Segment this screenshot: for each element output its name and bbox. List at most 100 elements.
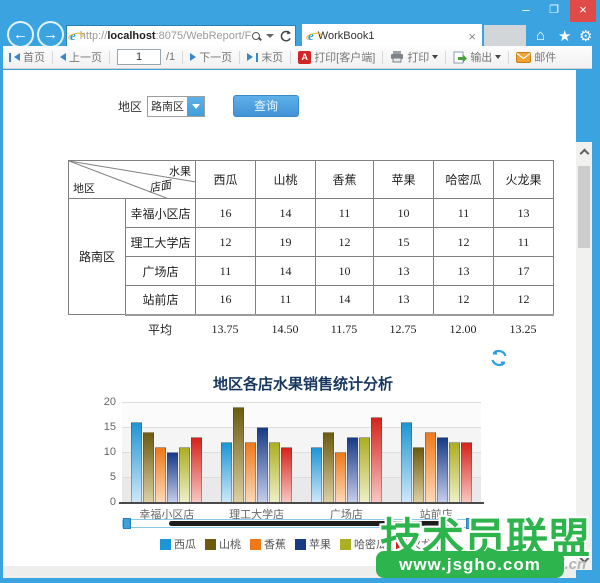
chart-bar — [461, 442, 472, 502]
tab-close-icon[interactable]: × — [468, 29, 476, 44]
select-dropdown-button[interactable] — [187, 97, 204, 116]
y-axis-tick: 5 — [96, 471, 116, 483]
table-column-header: 哈密瓜 — [434, 161, 494, 199]
table-store-cell: 站前店 — [126, 286, 196, 315]
close-button[interactable]: × — [570, 0, 596, 22]
y-axis-tick: 20 — [96, 396, 116, 408]
forward-button[interactable]: → — [37, 21, 64, 48]
last-page-button[interactable]: 末页 — [247, 49, 283, 65]
table-cell: 13 — [374, 257, 434, 286]
chart-title: 地区各店水果销售统计分析 — [63, 373, 543, 394]
refresh-icon[interactable] — [279, 30, 292, 43]
chart-bar — [323, 432, 334, 502]
favorites-icon[interactable]: ★ — [558, 27, 571, 45]
chart-bar — [449, 442, 460, 502]
report-toolbar: 首页 上一页 /1 下一页 末页 A打印[客户端] 打印 输出 邮件 — [3, 46, 592, 69]
url-path: :8075/WebReport/F — [156, 30, 252, 42]
chart-refresh-icon[interactable] — [489, 348, 509, 368]
prev-page-button[interactable]: 上一页 — [60, 49, 102, 65]
y-axis-tick: 15 — [96, 421, 116, 433]
legend-item[interactable]: 山桃 — [205, 536, 241, 552]
query-button[interactable]: 查询 — [233, 95, 299, 117]
page-number-input[interactable] — [117, 49, 161, 65]
table-column-header: 山桃 — [256, 161, 316, 199]
table-cell: 19 — [256, 228, 316, 257]
print-button[interactable]: 打印 — [390, 49, 438, 65]
chart-bar — [413, 447, 424, 502]
table-cell: 11 — [196, 257, 256, 286]
table-average-value: 13.75 — [195, 322, 255, 337]
table-cell: 14 — [256, 257, 316, 286]
legend-swatch — [340, 539, 351, 550]
table-cell: 12 — [434, 286, 494, 315]
next-page-button[interactable]: 下一页 — [190, 49, 232, 65]
chart-bar — [191, 437, 202, 502]
minimize-button[interactable]: – — [512, 0, 540, 22]
table-average-value: 11.75 — [315, 322, 373, 337]
print-client-button[interactable]: A打印[客户端] — [298, 49, 375, 65]
back-button[interactable]: ← — [7, 21, 34, 48]
export-button[interactable]: 输出 — [453, 49, 501, 65]
y-axis-tick: 0 — [96, 496, 116, 508]
legend-item[interactable]: 香蕉 — [250, 536, 286, 552]
table-cell: 11 — [256, 286, 316, 315]
table-cell: 13 — [494, 199, 554, 228]
first-page-button[interactable]: 首页 — [9, 49, 45, 65]
export-dropdown-icon[interactable] — [495, 55, 501, 62]
address-dropdown-icon[interactable] — [266, 34, 274, 42]
legend-swatch — [205, 539, 216, 550]
table-cell: 16 — [196, 286, 256, 315]
chart-bar — [347, 437, 358, 502]
chart-bar — [311, 447, 322, 502]
table-cell: 13 — [374, 286, 434, 315]
settings-gear-icon[interactable]: ⚙ — [579, 27, 592, 45]
table-store-cell: 广场店 — [126, 257, 196, 286]
table-cell: 11 — [494, 228, 554, 257]
prev-page-icon — [60, 53, 66, 61]
new-tab-button[interactable] — [484, 25, 526, 47]
table-cell: 12 — [494, 286, 554, 315]
table-average-value: 13.25 — [493, 322, 553, 337]
chart-bar — [257, 427, 268, 502]
chart-bar — [167, 452, 178, 502]
legend-item[interactable]: 西瓜 — [160, 536, 196, 552]
chart-bar — [179, 447, 190, 502]
chart-bar — [335, 452, 346, 502]
table-cell: 10 — [374, 199, 434, 228]
chart-bar — [371, 417, 382, 502]
plot-band — [122, 402, 481, 427]
chart-bar — [437, 437, 448, 502]
mail-icon — [516, 52, 531, 63]
browser-tab[interactable]: e WorkBook1 × — [302, 24, 482, 48]
legend-label: 苹果 — [309, 536, 331, 552]
chart-bar — [155, 447, 166, 502]
home-icon[interactable]: ⌂ — [536, 27, 545, 44]
scroll-up-icon[interactable] — [580, 149, 590, 159]
maximize-button[interactable]: ❐ — [540, 0, 568, 22]
mail-button[interactable]: 邮件 — [516, 49, 556, 65]
table-cell: 14 — [256, 199, 316, 228]
tab-title: WorkBook1 — [318, 30, 375, 42]
table-average-value: 12.75 — [373, 322, 433, 337]
search-icon[interactable] — [252, 32, 261, 41]
table-store-cell: 幸福小区店 — [126, 199, 196, 228]
url-scheme: http:// — [80, 30, 108, 42]
print-dropdown-icon[interactable] — [432, 55, 438, 62]
corner-label-fruit: 水果 — [169, 163, 191, 179]
region-select[interactable]: 路南区 — [147, 96, 205, 117]
browser-window: – ❐ × ← → e http://localhost:8075/WebRep… — [0, 0, 600, 583]
gridline — [122, 427, 481, 428]
next-page-icon — [190, 53, 196, 61]
address-bar[interactable]: e http://localhost:8075/WebReport/F — [66, 25, 296, 47]
table-average-row: 平均13.7514.5011.7512.7512.0013.25 — [68, 319, 553, 339]
parameter-pane: 地区 路南区 查询 — [118, 95, 299, 117]
region-select-value: 路南区 — [148, 98, 187, 114]
legend-item[interactable]: 苹果 — [295, 536, 331, 552]
table-cell: 11 — [316, 199, 374, 228]
gridline — [122, 402, 481, 403]
chart-bar — [425, 432, 436, 502]
sales-table: 水果 店面 地区 西瓜山桃香蕉苹果哈密瓜火龙果 路南区幸福小区店16141110… — [68, 160, 554, 316]
scrollbar-thumb[interactable] — [578, 166, 590, 248]
table-average-value: 12.00 — [433, 322, 493, 337]
slider-left-handle[interactable] — [123, 518, 131, 529]
